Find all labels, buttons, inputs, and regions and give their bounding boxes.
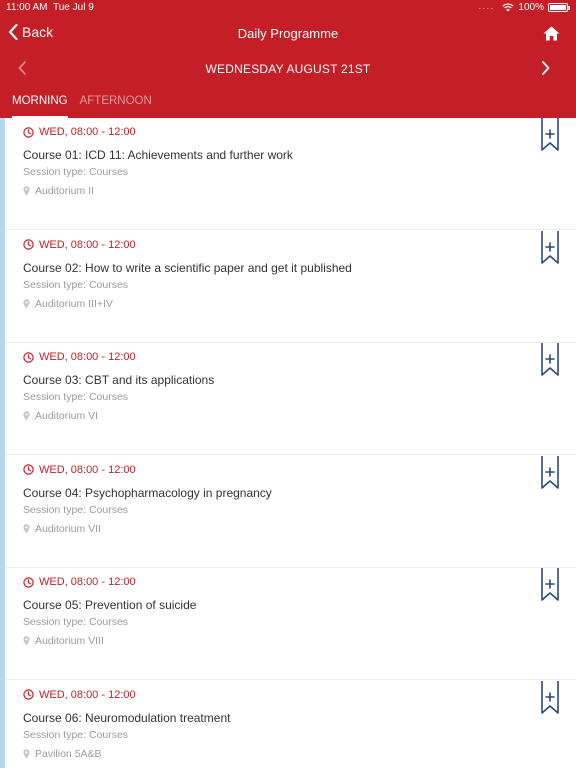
session-time: WED, 08:00 - 12:00 xyxy=(39,126,136,138)
next-day-button[interactable] xyxy=(542,61,550,80)
session-type: Session type: Courses xyxy=(23,391,129,403)
bookmark-add-icon xyxy=(541,343,559,376)
clock-icon xyxy=(23,576,34,588)
location-pin-icon xyxy=(23,523,30,534)
clock-icon xyxy=(23,351,34,363)
signal-dots-icon: ···· xyxy=(478,2,495,13)
navigation-bar: Back Daily Programme xyxy=(0,16,576,52)
bookmark-button[interactable] xyxy=(540,343,560,377)
session-location: Auditorium VI xyxy=(35,410,99,422)
clock-icon xyxy=(23,126,34,138)
page-title: Daily Programme xyxy=(237,26,339,41)
status-right: ···· 100% xyxy=(478,2,570,13)
session-time-row: WED, 08:00 - 12:00 xyxy=(23,239,136,251)
session-type: Session type: Courses xyxy=(23,166,129,178)
session-card[interactable]: WED, 08:00 - 12:00 Course 04: Psychophar… xyxy=(5,455,576,568)
location-pin-icon xyxy=(23,636,30,646)
clock-icon xyxy=(23,464,34,475)
bookmark-add-icon xyxy=(541,680,559,714)
session-location-row: Pavilion 5A&B xyxy=(23,748,102,760)
session-time: WED, 08:00 - 12:00 xyxy=(39,463,136,476)
clock-icon xyxy=(23,239,34,250)
clock-icon xyxy=(23,689,34,700)
session-location: Pavilion 5A&B xyxy=(35,747,102,760)
session-location: Auditorium VII xyxy=(35,522,101,535)
session-type: Session type: Courses xyxy=(23,503,129,516)
chevron-right-icon xyxy=(542,61,550,75)
session-title: Course 04: Psychopharmacology in pregnan… xyxy=(23,485,272,500)
bookmark-button[interactable] xyxy=(540,680,560,715)
session-time: WED, 08:00 - 12:00 xyxy=(39,351,136,363)
session-card[interactable]: WED, 08:00 - 12:00 Course 02: How to wri… xyxy=(5,230,576,343)
session-title: Course 03: CBT and its applications xyxy=(23,373,215,387)
session-time: WED, 08:00 - 12:00 xyxy=(39,688,136,701)
location-pin-icon xyxy=(23,298,30,309)
bookmark-button[interactable] xyxy=(540,118,560,152)
session-time: WED, 08:00 - 12:00 xyxy=(39,576,136,588)
session-card[interactable]: WED, 08:00 - 12:00 Course 06: Neuromodul… xyxy=(5,680,576,768)
wifi-icon xyxy=(502,3,515,12)
current-day-label: WEDNESDAY AUGUST 21ST xyxy=(205,62,371,76)
session-card[interactable]: WED, 08:00 - 12:00 Course 01: ICD 11: Ac… xyxy=(5,118,576,230)
battery-icon xyxy=(548,3,570,12)
session-location: Auditorium VIII xyxy=(35,635,104,647)
session-location-row: Auditorium VII xyxy=(23,523,101,535)
bookmark-add-icon xyxy=(541,568,559,601)
tab-morning[interactable]: MORNING xyxy=(12,86,68,118)
session-title: Course 05: Prevention of suicide xyxy=(23,598,197,612)
session-location-row: Auditorium VI xyxy=(23,410,98,422)
home-button[interactable] xyxy=(543,26,560,46)
tab-afternoon[interactable]: AFTERNOON xyxy=(80,86,152,118)
location-pin-icon xyxy=(23,748,30,759)
session-location-row: Auditorium II xyxy=(23,185,94,197)
bookmark-add-icon xyxy=(541,455,559,489)
session-card[interactable]: WED, 08:00 - 12:00 Course 05: Prevention… xyxy=(5,568,576,680)
app-header: 11:00 AM Tue Jul 9 ···· 100% Back Daily … xyxy=(0,0,576,118)
period-tabs: MORNING AFTERNOON xyxy=(0,86,576,118)
chevron-left-icon xyxy=(18,61,26,75)
session-time-row: WED, 08:00 - 12:00 xyxy=(23,464,136,476)
bookmark-add-icon xyxy=(541,118,559,151)
location-pin-icon xyxy=(23,411,30,421)
session-card[interactable]: WED, 08:00 - 12:00 Course 03: CBT and it… xyxy=(5,343,576,455)
session-location: Auditorium III+IV xyxy=(35,297,113,310)
session-time-row: WED, 08:00 - 12:00 xyxy=(23,126,136,138)
chevron-left-icon xyxy=(8,24,18,40)
session-list[interactable]: WED, 08:00 - 12:00 Course 01: ICD 11: Ac… xyxy=(0,118,576,768)
bookmark-button[interactable] xyxy=(540,230,560,265)
session-time: WED, 08:00 - 12:00 xyxy=(39,238,136,251)
session-location-row: Auditorium VIII xyxy=(23,635,104,647)
battery-percent: 100% xyxy=(518,2,544,13)
session-location: Auditorium II xyxy=(35,185,94,197)
bookmark-button[interactable] xyxy=(540,568,560,602)
session-type: Session type: Courses xyxy=(23,728,129,741)
back-label: Back xyxy=(22,24,54,40)
session-time-row: WED, 08:00 - 12:00 xyxy=(23,576,136,588)
session-location-row: Auditorium III+IV xyxy=(23,298,113,310)
session-type: Session type: Courses xyxy=(23,278,129,291)
location-pin-icon xyxy=(23,186,30,196)
status-bar: 11:00 AM Tue Jul 9 ···· 100% xyxy=(0,0,576,16)
bookmark-button[interactable] xyxy=(540,455,560,490)
session-type: Session type: Courses xyxy=(23,616,129,628)
session-time-row: WED, 08:00 - 12:00 xyxy=(23,351,136,363)
home-icon xyxy=(543,26,560,41)
status-date: Tue Jul 9 xyxy=(53,2,94,13)
session-title: Course 02: How to write a scientific pap… xyxy=(23,260,352,275)
session-title: Course 01: ICD 11: Achievements and furt… xyxy=(23,148,293,162)
bookmark-add-icon xyxy=(541,230,559,264)
session-time-row: WED, 08:00 - 12:00 xyxy=(23,689,136,701)
back-button[interactable]: Back xyxy=(8,24,53,40)
session-title: Course 06: Neuromodulation treatment xyxy=(23,710,231,725)
status-time: 11:00 AM xyxy=(6,2,48,13)
day-selector: WEDNESDAY AUGUST 21ST xyxy=(0,52,576,86)
previous-day-button[interactable] xyxy=(18,61,26,80)
